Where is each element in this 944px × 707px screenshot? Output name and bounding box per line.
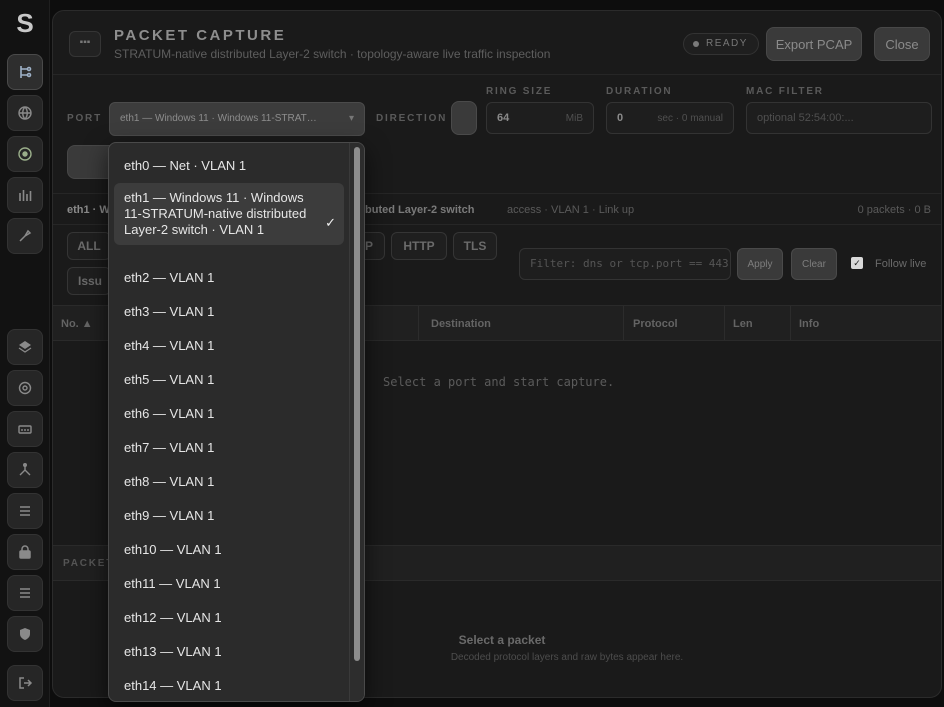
port-option[interactable]: eth12 — VLAN 1 [114, 610, 344, 626]
tree-icon[interactable] [7, 452, 43, 488]
port-option[interactable]: eth10 — VLAN 1 [114, 542, 344, 558]
layers-icon[interactable] [7, 329, 43, 365]
page-title: PACKET CAPTURE [114, 27, 287, 44]
chevron-down-icon: ▾ [348, 113, 354, 124]
col-len[interactable]: Len [733, 318, 753, 330]
chip-all[interactable]: ALL [67, 232, 111, 260]
duration-unit: sec · 0 manual [657, 112, 723, 124]
apply-button[interactable]: Apply [737, 248, 783, 280]
chip-tls[interactable]: TLS [453, 232, 497, 260]
ring-size-label: RING SIZE [486, 86, 553, 97]
direction-label: DIRECTION [376, 113, 448, 124]
left-rail: S [0, 0, 50, 707]
status-iface: eth1 · W [67, 204, 110, 216]
port-dropdown: eth0 — Net · VLAN 1 eth1 — Windows 11 · … [108, 142, 365, 702]
port-select-value: eth1 — Windows 11 · Windows 11-STRAT… [120, 113, 317, 124]
target-icon[interactable] [7, 370, 43, 406]
col-no[interactable]: No. ▲ [61, 318, 93, 330]
port-option[interactable]: eth11 — VLAN 1 [114, 576, 344, 592]
duration-value: 0 [617, 112, 624, 124]
table-empty-message: Select a port and start capture. [383, 375, 615, 389]
port-option[interactable]: eth8 — VLAN 1 [114, 474, 344, 490]
capture-icon[interactable] [7, 218, 43, 254]
stratum-logo-icon: S [16, 8, 34, 38]
duration-input[interactable]: 0 sec · 0 manual [606, 102, 734, 134]
port-option[interactable]: eth7 — VLAN 1 [114, 440, 344, 456]
ring-size-value: 64 [497, 112, 510, 124]
port-option[interactable]: eth4 — VLAN 1 [114, 338, 344, 354]
mac-filter-placeholder: optional 52:54:00:... [757, 112, 854, 124]
col-protocol[interactable]: Protocol [633, 318, 678, 330]
col-destination[interactable]: Destination [431, 318, 491, 330]
display-filter-input[interactable]: Filter: dns or tcp.port == 443 [519, 248, 731, 280]
ring-size-unit: MiB [565, 112, 583, 124]
direction-toggle[interactable] [451, 101, 477, 135]
port-select[interactable]: eth1 — Windows 11 · Windows 11-STRAT… ▾ [109, 102, 365, 136]
mac-filter-label: MAC FILTER [746, 86, 824, 97]
capture-menu-icon[interactable]: ▪▪▪ [69, 31, 101, 57]
follow-live-checkbox[interactable]: ✓ [851, 257, 863, 269]
follow-live-label: Follow live [875, 258, 927, 270]
status-mode: access · VLAN 1 · Link up [507, 204, 635, 216]
list-icon[interactable] [7, 493, 43, 529]
port-label: PORT [67, 113, 102, 124]
export-pcap-button[interactable]: Export PCAP [766, 27, 862, 61]
chip-issues[interactable]: Issu [67, 267, 111, 295]
page-subtitle: STRATUM-native distributed Layer-2 switc… [114, 47, 551, 61]
topology-icon[interactable] [7, 54, 43, 90]
dropdown-scroll-thumb[interactable] [354, 147, 360, 661]
port-option-label: eth1 — Windows 11 · Windows 11-STRATUM-n… [124, 190, 307, 237]
col-info[interactable]: Info [799, 318, 819, 330]
port-option[interactable]: eth9 — VLAN 1 [114, 508, 344, 524]
shield-icon[interactable] [7, 616, 43, 652]
clear-button[interactable]: Clear [791, 248, 837, 280]
port-option[interactable]: eth2 — VLAN 1 [114, 270, 344, 286]
globe-icon[interactable] [7, 95, 43, 131]
close-button[interactable]: Close [874, 27, 930, 61]
status-desc: buted Layer-2 switch [365, 204, 475, 216]
port-option[interactable]: eth5 — VLAN 1 [114, 372, 344, 388]
packet-details-label: PACKET [63, 558, 115, 569]
stats-icon[interactable] [7, 177, 43, 213]
port-option[interactable]: eth13 — VLAN 1 [114, 644, 344, 660]
port-option[interactable]: eth14 — VLAN 1 [114, 678, 344, 694]
ring-size-input[interactable]: 64 MiB [486, 102, 594, 134]
status-badge: READY [683, 33, 759, 55]
lock-icon[interactable] [7, 534, 43, 570]
duration-label: DURATION [606, 86, 673, 97]
mac-filter-input[interactable]: optional 52:54:00:... [746, 102, 932, 134]
logout-icon[interactable] [7, 665, 43, 701]
port-option[interactable]: eth6 — VLAN 1 [114, 406, 344, 422]
status-counts: 0 packets · 0 B [857, 204, 931, 216]
port-option[interactable]: eth3 — VLAN 1 [114, 304, 344, 320]
dropdown-scrollbar[interactable] [349, 143, 364, 701]
chip-http[interactable]: HTTP [391, 232, 447, 260]
port-option[interactable]: eth0 — Net · VLAN 1 [114, 158, 344, 174]
switch-icon[interactable] [7, 411, 43, 447]
checkmark-icon: ✓ [325, 215, 336, 230]
node-icon[interactable] [7, 136, 43, 172]
port-option-selected[interactable]: eth1 — Windows 11 · Windows 11-STRATUM-n… [114, 183, 344, 245]
rows-icon[interactable] [7, 575, 43, 611]
modal-header: ▪▪▪ PACKET CAPTURE STRATUM-native distri… [53, 11, 941, 75]
